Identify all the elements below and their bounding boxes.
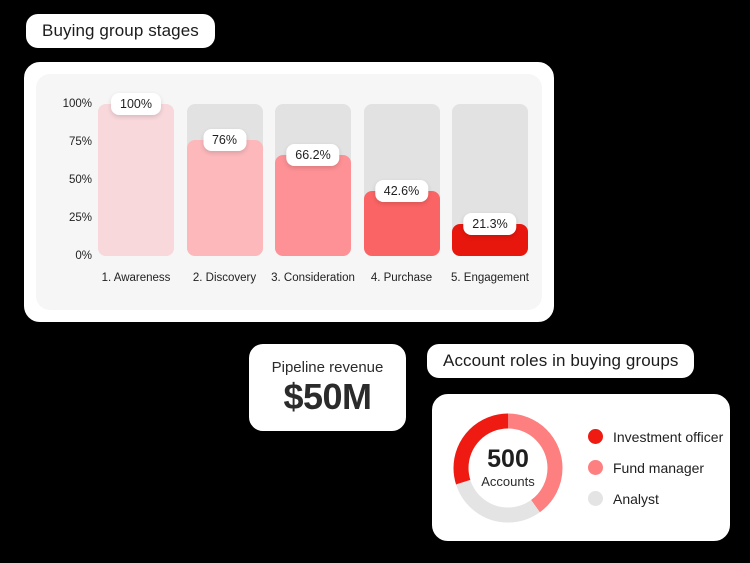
y-axis-tick: 50%	[68, 174, 92, 186]
bar-value-label: 66.2%	[286, 144, 340, 167]
donut-legend: Investment officer Fund manager Analyst	[588, 429, 723, 507]
pipeline-revenue-value: $50M	[283, 376, 372, 418]
x-axis-label: 3. Consideration	[271, 272, 355, 284]
account-roles-title: Account roles in buying groups	[443, 351, 679, 370]
legend-color-dot-icon	[588, 491, 603, 506]
account-roles-title-card: Account roles in buying groups	[423, 340, 699, 382]
legend-color-dot-icon	[588, 429, 603, 444]
bar-chart-panel: 100% 75% 50% 25% 0% 100% 1. Awareness 76% 2. Di…	[36, 74, 542, 310]
x-axis-label: 2. Discovery	[192, 272, 257, 284]
buying-group-stages-title-card: Buying group stages	[22, 10, 219, 52]
bar-column[interactable]: 42.6% 4. Purchase	[363, 74, 440, 310]
legend-item[interactable]: Investment officer	[588, 429, 723, 445]
bar-value	[275, 155, 351, 256]
bar-value-label: 76%	[202, 129, 247, 152]
bar-value-label: 42.6%	[374, 180, 429, 203]
bar-chart-plot-area: 100% 75% 50% 25% 0% 100% 1. Awareness 76% 2. Di…	[36, 74, 542, 310]
bar-column[interactable]: 100% 1. Awareness	[98, 74, 174, 310]
bar-value-label: 21.3%	[463, 212, 517, 235]
bar-value-label: 100%	[111, 93, 161, 115]
bar-series: 100% 1. Awareness 76% 2. Discovery 66.2% 3. C…	[98, 74, 530, 310]
y-axis: 100% 75% 50% 25% 0%	[48, 74, 92, 310]
y-axis-tick: 0%	[75, 250, 92, 262]
bar-value	[98, 104, 174, 256]
legend-item[interactable]: Analyst	[588, 491, 723, 507]
legend-label: Fund manager	[613, 459, 705, 476]
donut-account-caption: Accounts	[481, 473, 535, 489]
legend-label: Analyst	[613, 490, 659, 507]
legend-item[interactable]: Fund manager	[588, 460, 723, 476]
account-roles-chart-card: 500 Accounts Investment officer Fund mana…	[428, 390, 734, 545]
bar-value	[186, 140, 263, 256]
bar-column[interactable]: 66.2% 3. Consideration	[271, 74, 355, 310]
pipeline-revenue-card: Pipeline revenue $50M	[245, 340, 410, 435]
y-axis-tick: 75%	[68, 136, 92, 148]
x-axis-label: 4. Purchase	[370, 272, 433, 284]
legend-label: Investment officer	[613, 428, 724, 445]
donut-account-count: 500	[487, 444, 529, 473]
buying-group-stages-chart-card: 100% 75% 50% 25% 0% 100% 1. Awareness 76% 2. Di…	[20, 58, 558, 326]
bar-column[interactable]: 76% 2. Discovery	[186, 74, 263, 310]
bar-column[interactable]: 21.3% 5. Engagement	[450, 74, 530, 310]
y-axis-tick: 100%	[62, 98, 92, 110]
x-axis-label: 5. Engagement	[450, 272, 530, 284]
buying-group-stages-title: Buying group stages	[42, 21, 199, 40]
y-axis-tick: 25%	[68, 212, 92, 224]
x-axis-label: 1. Awareness	[101, 272, 171, 284]
donut-center-label: 500 Accounts	[450, 410, 566, 526]
donut-chart: 500 Accounts	[450, 410, 566, 526]
legend-color-dot-icon	[588, 460, 603, 475]
pipeline-revenue-label: Pipeline revenue	[271, 359, 384, 377]
